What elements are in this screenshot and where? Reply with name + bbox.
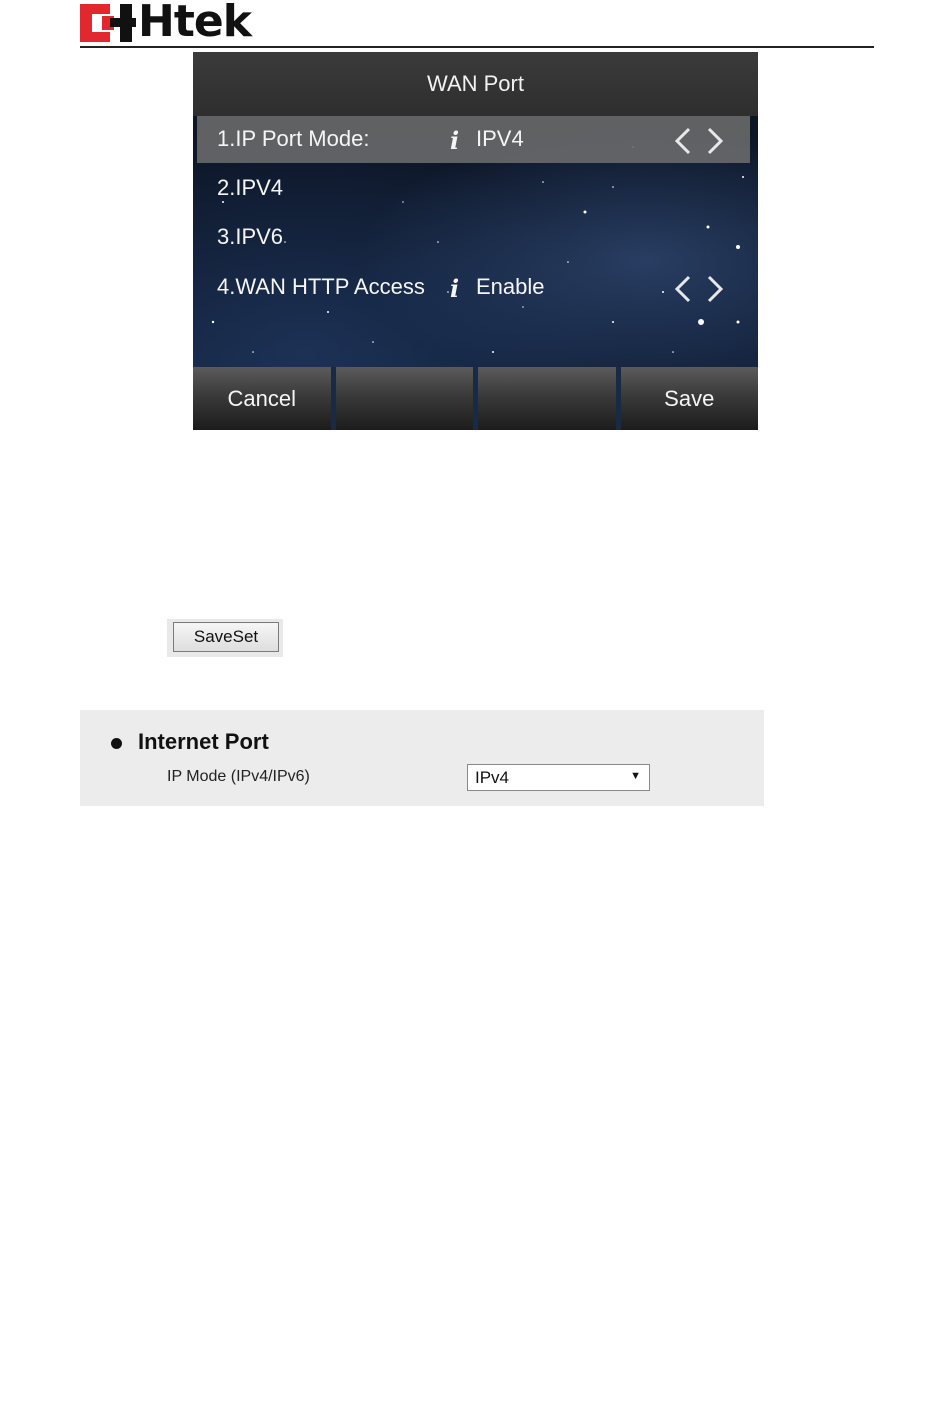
menu-item-ipv4[interactable]: 2.IPV4 (197, 165, 750, 212)
screen-title-bar: WAN Port (193, 52, 758, 116)
menu-item-ip-port-mode[interactable]: 1.IP Port Mode: i IPV4 (197, 116, 750, 163)
htek-logo-mark (80, 4, 136, 42)
section-title: Internet Port (138, 729, 269, 754)
info-icon: i (450, 126, 460, 155)
saveset-button[interactable]: SaveSet (173, 622, 279, 652)
menu-item-ipv6[interactable]: 3.IPV6 (197, 214, 750, 261)
softkey-save[interactable]: Save (620, 367, 758, 430)
menu-item-label: 4.WAN HTTP Access (217, 274, 425, 299)
menu-item-wan-http-access[interactable]: 4.WAN HTTP Access i Enable (197, 264, 750, 311)
softkey-3[interactable] (478, 367, 621, 430)
softkey-cancel[interactable]: Cancel (193, 367, 336, 430)
logo-text: Htek (138, 0, 252, 47)
menu-item-label: 2.IPV4 (217, 175, 284, 200)
saveset-container: SaveSet (167, 619, 283, 657)
ip-port-mode-value: IPV4 (476, 126, 524, 151)
bullet-icon (111, 738, 122, 749)
dropdown-caret-icon: ▼ (630, 770, 641, 782)
ip-mode-select-value: IPv4 (475, 768, 510, 787)
left-right-arrows-icon[interactable] (673, 274, 727, 304)
internet-port-panel: Internet Port IP Mode (IPv4/IPv6) IPv4 ▼ (80, 710, 764, 806)
menu-item-label: 3.IPV6 (217, 224, 284, 249)
menu-item-label: 1.IP Port Mode: (217, 126, 370, 151)
info-icon: i (450, 274, 460, 303)
screen-title: WAN Port (427, 71, 524, 96)
header-divider (80, 46, 874, 48)
phone-screen: WAN Port 1.IP Port Mode: i IPV4 2.IPV4 3… (193, 52, 758, 430)
htek-logo: Htek (80, 0, 280, 47)
ip-mode-label: IP Mode (IPv4/IPv6) (167, 768, 310, 785)
softkey-2[interactable] (335, 367, 478, 430)
wan-http-access-value: Enable (476, 274, 545, 299)
softkey-bar: Cancel Save (193, 367, 758, 430)
ip-mode-select[interactable]: IPv4 ▼ (467, 764, 650, 791)
left-right-arrows-icon[interactable] (673, 126, 727, 156)
